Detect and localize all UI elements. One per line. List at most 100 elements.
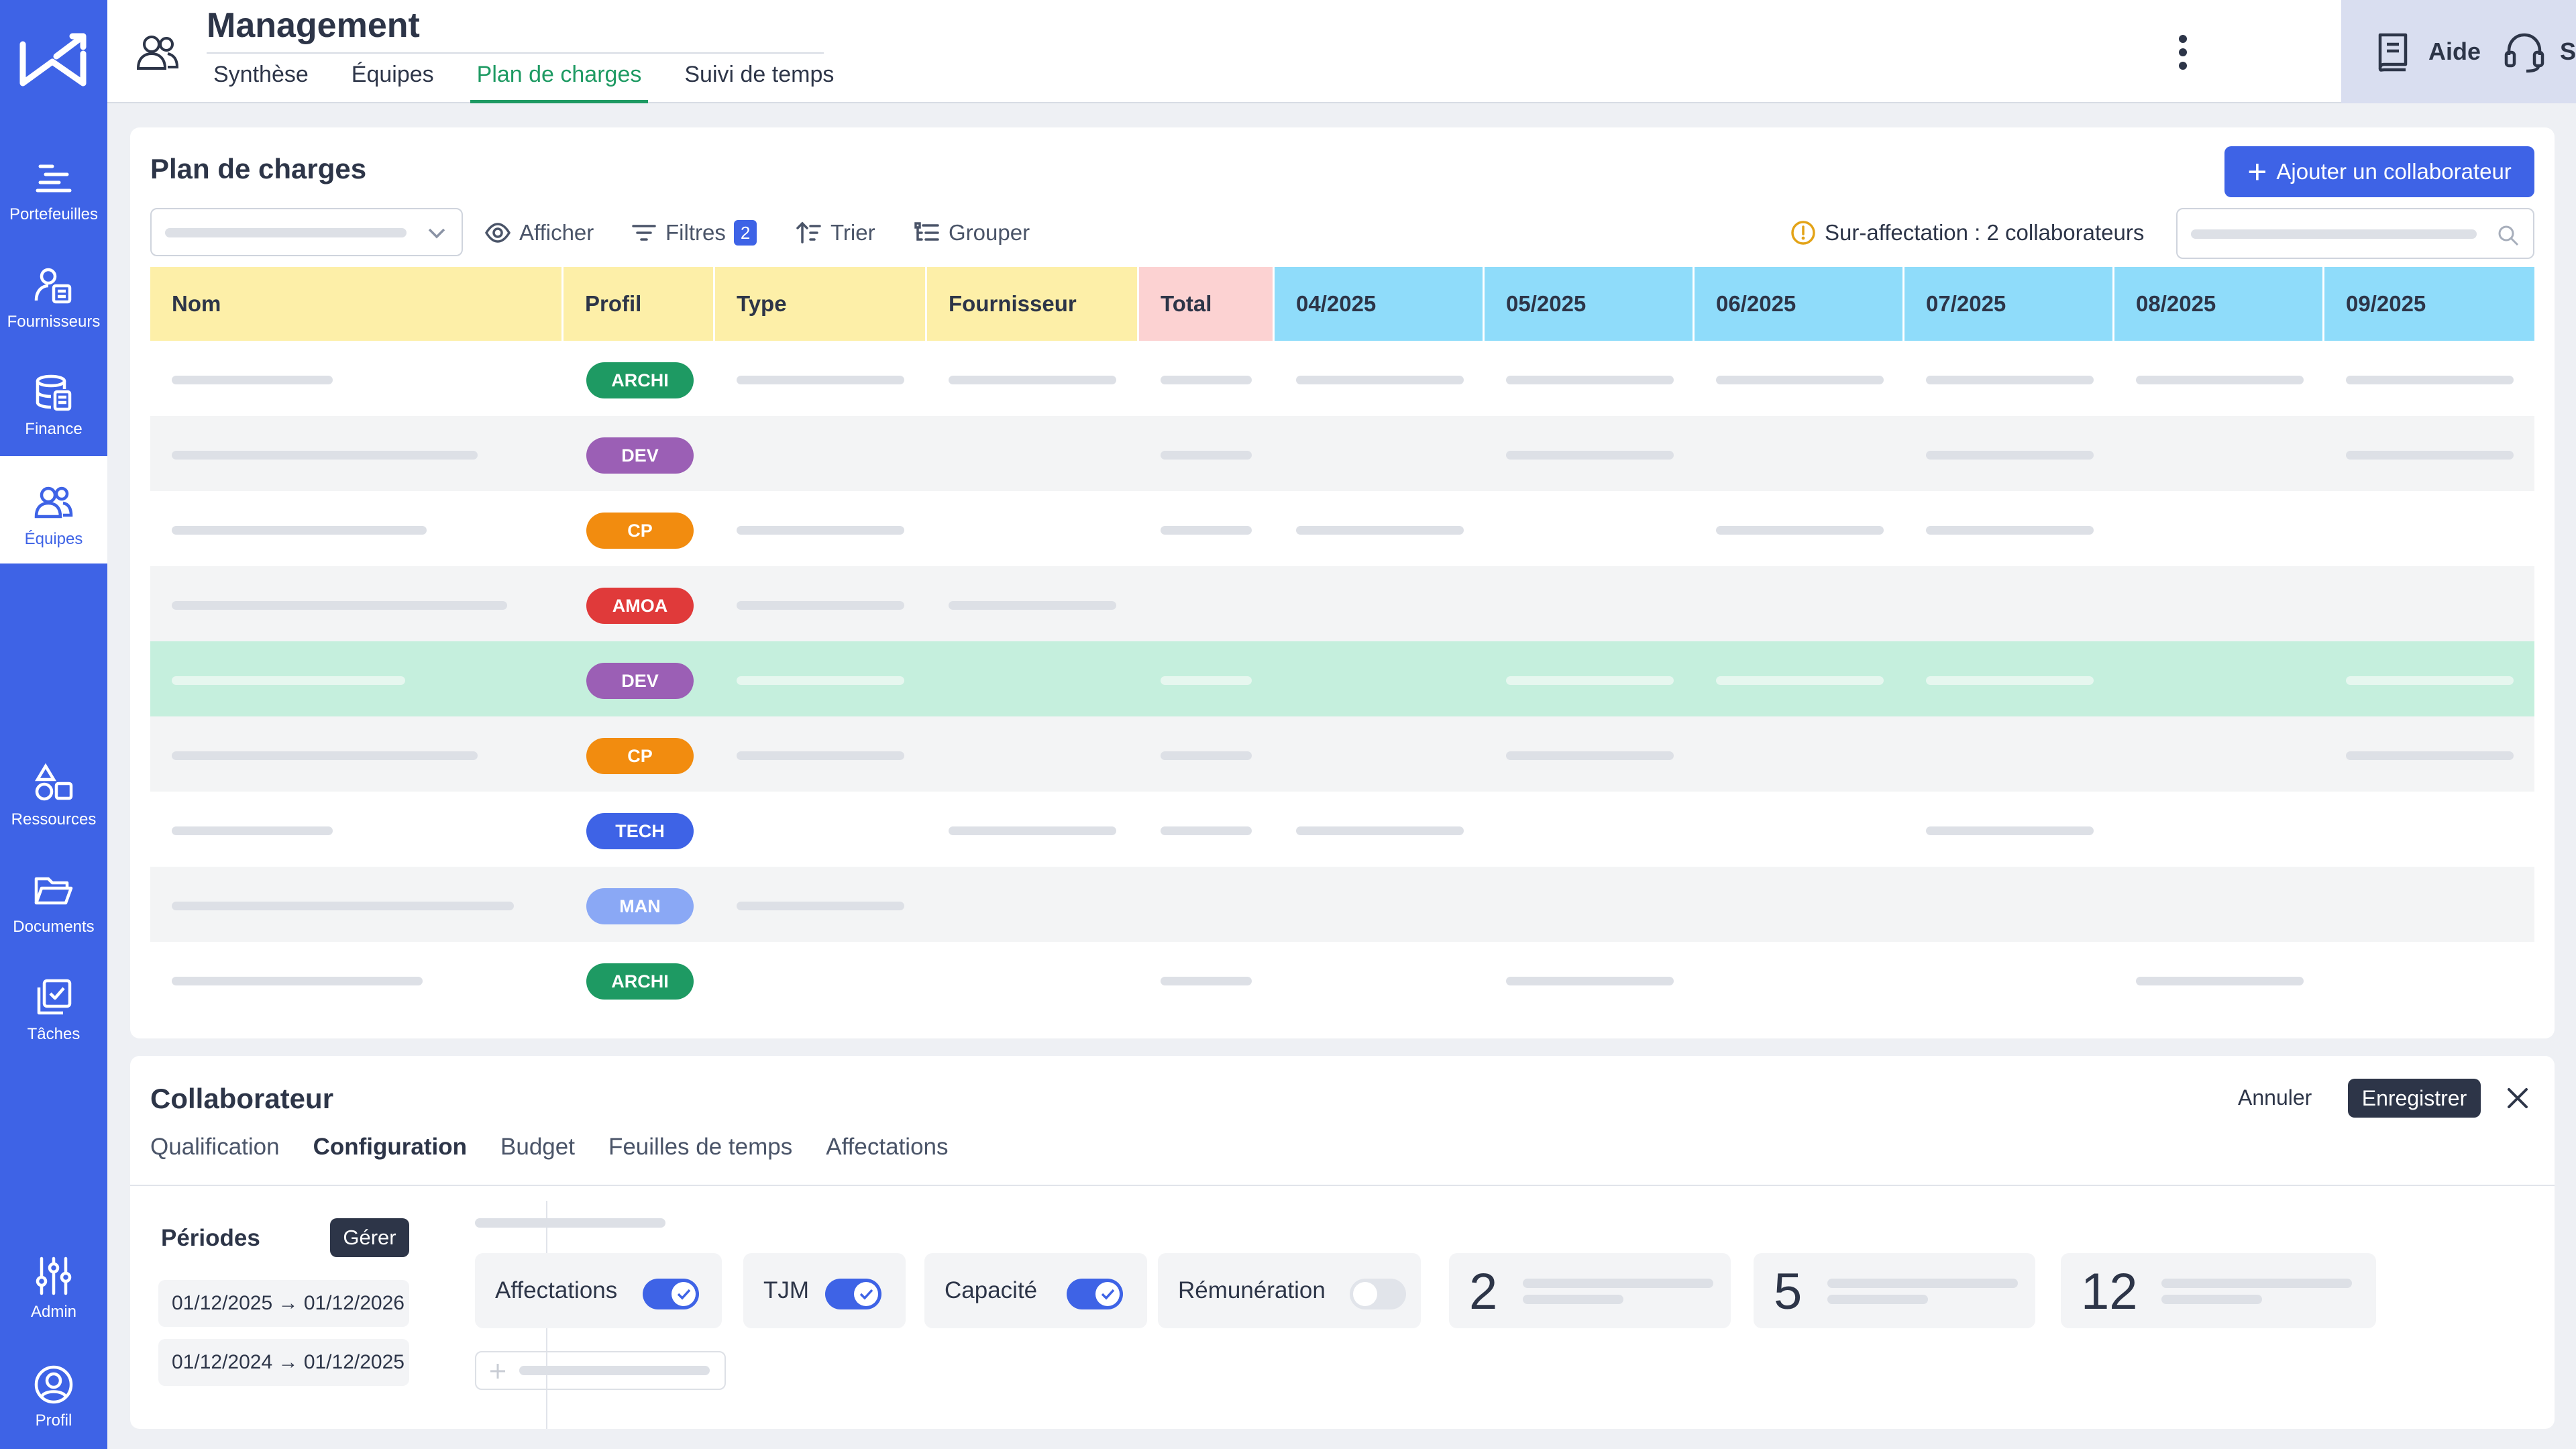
toggle-capacite[interactable]: Capacité: [924, 1253, 1147, 1328]
month-cell: [1506, 376, 1674, 384]
toggle-tjm[interactable]: TJM: [743, 1253, 906, 1328]
month-cell: [1506, 676, 1674, 685]
tab-equipes[interactable]: Équipes: [345, 54, 441, 103]
tab-qualification[interactable]: Qualification: [150, 1134, 280, 1161]
supplier-cell: [949, 376, 1116, 384]
col-header-fournisseur[interactable]: Fournisseur: [927, 267, 1139, 341]
sidebar-item-finance[interactable]: Finance: [0, 346, 107, 453]
sidebar-item-taches[interactable]: Tâches: [0, 951, 107, 1059]
month-cell: [2346, 676, 2514, 685]
manage-periods-button[interactable]: Gérer: [330, 1218, 409, 1257]
book-icon: [2378, 33, 2408, 72]
table-row[interactable]: ARCHI: [150, 942, 2534, 1017]
total-cell: [1161, 826, 1252, 835]
sidebar-item-fournisseurs[interactable]: Fournisseurs: [0, 239, 107, 346]
table-row[interactable]: CP: [150, 491, 2534, 566]
stat-card: 12: [2061, 1253, 2376, 1328]
name-cell: [172, 902, 514, 910]
switch-on[interactable]: [825, 1279, 881, 1309]
toggle-remuneration[interactable]: Rémunération: [1158, 1253, 1421, 1328]
help-zone: Aide Support: [2341, 0, 2576, 103]
sidebar-item-profil[interactable]: Profil: [0, 1338, 107, 1445]
tab-affectations[interactable]: Affectations: [826, 1134, 948, 1161]
sidebar-item-label: Admin: [30, 1303, 77, 1321]
sidebar-item-label: Profil: [35, 1411, 72, 1430]
plan-table: Nom Profil Type Fournisseur Total 04/202…: [150, 267, 2534, 1017]
cancel-button[interactable]: Annuler: [2238, 1085, 2312, 1110]
col-header-month[interactable]: 05/2025: [1485, 267, 1695, 341]
col-header-month[interactable]: 07/2025: [1904, 267, 2114, 341]
toggle-label: Affectations: [495, 1277, 618, 1303]
filtres-label: Filtres: [665, 220, 726, 245]
profile-badge: CP: [586, 738, 694, 774]
supplier-icon: [34, 268, 72, 304]
table-row[interactable]: AMOA: [150, 566, 2534, 641]
table-row[interactable]: ARCHI: [150, 341, 2534, 416]
tabs-divider: [130, 1185, 2555, 1186]
tab-plan-de-charges[interactable]: Plan de charges: [470, 54, 649, 103]
sidebar-item-equipes[interactable]: Équipes: [0, 456, 107, 564]
plan-title: Plan de charges: [150, 153, 367, 184]
trier-button[interactable]: Trier: [796, 216, 875, 250]
tab-configuration[interactable]: Configuration: [313, 1134, 467, 1161]
over-allocation-warning: Sur-affectation : 2 collaborateurs: [1790, 216, 2144, 250]
col-header-nom[interactable]: Nom: [150, 267, 564, 341]
more-vertical-icon[interactable]: [2169, 28, 2196, 76]
tab-budget[interactable]: Budget: [500, 1134, 575, 1161]
sidebar-item-documents[interactable]: Documents: [0, 844, 107, 951]
app-logo[interactable]: [16, 27, 91, 94]
stat-label-placeholder: [1523, 1279, 1713, 1288]
toggle-affectations[interactable]: Affectations: [475, 1253, 722, 1328]
add-item-placeholder: [519, 1366, 710, 1375]
help-label: Aide: [2428, 38, 2481, 65]
stat-card: 2: [1449, 1253, 1731, 1328]
filtres-button[interactable]: Filtres 2: [631, 216, 757, 250]
month-cell: [1296, 376, 1464, 384]
plus-icon: +: [2247, 153, 2267, 191]
table-row[interactable]: DEV: [150, 416, 2534, 491]
col-header-month[interactable]: 06/2025: [1695, 267, 1904, 341]
name-cell: [172, 376, 333, 384]
group-icon: [914, 222, 939, 241]
close-icon[interactable]: [2502, 1083, 2533, 1114]
col-header-month[interactable]: 08/2025: [2114, 267, 2324, 341]
add-collaborator-button[interactable]: + Ajouter un collaborateur: [2224, 146, 2534, 197]
switch-off[interactable]: [1350, 1279, 1406, 1309]
save-button[interactable]: Enregistrer: [2348, 1079, 2481, 1118]
col-header-total[interactable]: Total: [1139, 267, 1275, 341]
grouper-button[interactable]: Grouper: [914, 216, 1030, 250]
collaborator-title: Collaborateur: [150, 1083, 334, 1114]
col-header-type[interactable]: Type: [715, 267, 927, 341]
collaborator-tabs: Qualification Configuration Budget Feuil…: [150, 1134, 982, 1161]
table-row-selected[interactable]: DEV: [150, 641, 2534, 716]
month-cell: [1926, 826, 2094, 835]
stat-sublabel-placeholder: [2161, 1295, 2262, 1304]
col-header-profil[interactable]: Profil: [564, 267, 715, 341]
switch-on[interactable]: [643, 1279, 699, 1309]
tab-synthese[interactable]: Synthèse: [207, 54, 315, 103]
month-cell: [2136, 977, 2304, 985]
table-row[interactable]: CP: [150, 716, 2534, 792]
sidebar-item-admin[interactable]: Admin: [0, 1229, 107, 1336]
afficher-button[interactable]: Afficher: [484, 216, 594, 250]
sidebar-item-portefeuilles[interactable]: Portefeuilles: [0, 131, 107, 239]
tab-feuilles-de-temps[interactable]: Feuilles de temps: [608, 1134, 792, 1161]
tab-suivi-de-temps[interactable]: Suivi de temps: [678, 54, 841, 103]
headset-icon: [2504, 33, 2544, 73]
profile-badge: ARCHI: [586, 963, 694, 1000]
table-row[interactable]: TECH: [150, 792, 2534, 867]
support-button[interactable]: Support: [2502, 30, 2576, 74]
table-row[interactable]: MAN: [150, 867, 2534, 942]
plus-icon: [490, 1364, 505, 1379]
view-select[interactable]: [150, 208, 463, 256]
col-header-month[interactable]: 04/2025: [1275, 267, 1485, 341]
period-item[interactable]: 01/12/2024 → 01/12/2025: [158, 1339, 409, 1386]
col-header-month[interactable]: 09/2025: [2324, 267, 2534, 341]
help-button[interactable]: Aide: [2371, 30, 2481, 74]
period-item[interactable]: 01/12/2025 → 01/12/2026: [158, 1280, 409, 1327]
add-item-button[interactable]: [475, 1351, 726, 1390]
sidebar-item-ressources[interactable]: Ressources: [0, 737, 107, 844]
switch-on[interactable]: [1067, 1279, 1123, 1309]
search-input[interactable]: [2176, 208, 2534, 259]
add-collaborator-label: Ajouter un collaborateur: [2276, 159, 2512, 184]
